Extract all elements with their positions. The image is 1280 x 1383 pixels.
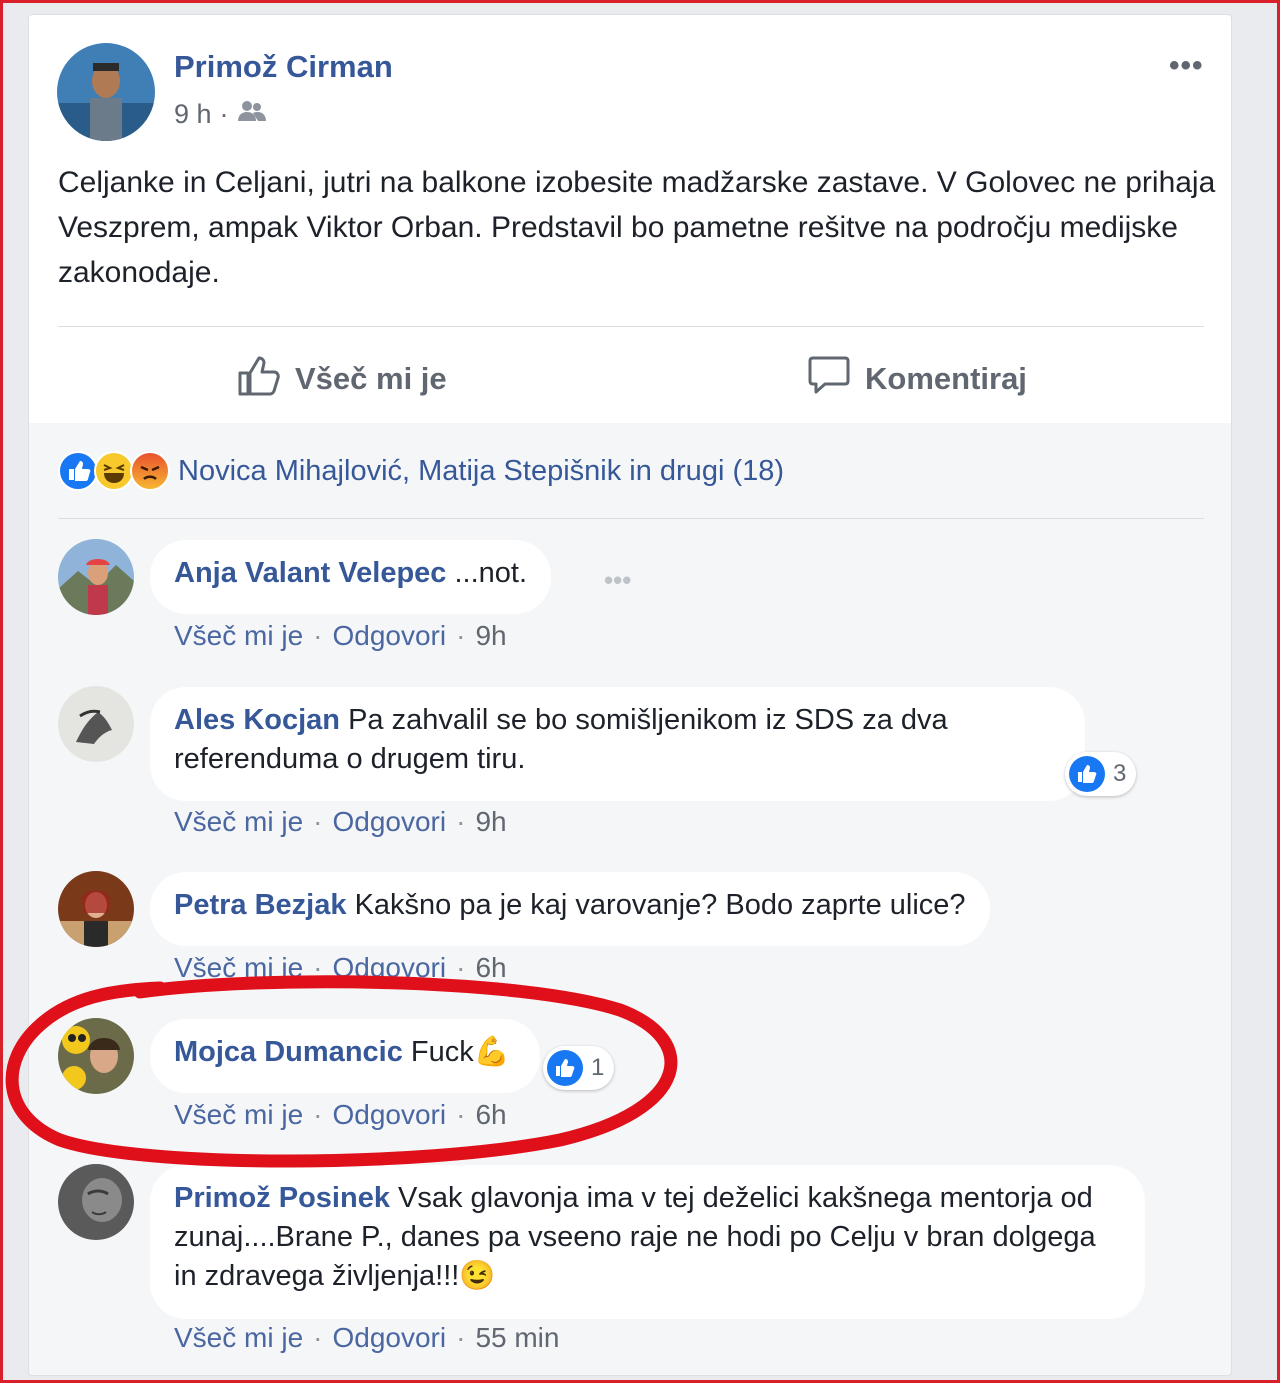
post-meta: 9 h ·	[174, 99, 267, 130]
more-options-icon[interactable]: •••	[1169, 49, 1204, 83]
separator: ·	[313, 806, 323, 837]
comment-icon	[807, 353, 851, 405]
commenter-name[interactable]: Ales Kocjan	[174, 704, 340, 736]
like-button-label: Všeč mi je	[295, 361, 447, 396]
winking-face-emoji: 😉	[459, 1260, 496, 1292]
comment-time[interactable]: 6h	[475, 952, 506, 984]
comment-like-link[interactable]: Všeč mi je	[174, 1322, 303, 1354]
comment-bubble: Primož Posinek Vsak glavonja ima v tej d…	[150, 1165, 1145, 1319]
comment-like-link[interactable]: Všeč mi je	[174, 1099, 303, 1131]
separator: ·	[313, 1099, 323, 1130]
comment-like-badge[interactable]: 3	[1065, 752, 1137, 796]
reactions-summary-text[interactable]: Novica Mihajlović, Matija Stepišnik in d…	[178, 455, 784, 488]
commenter-avatar[interactable]	[58, 686, 134, 762]
commenter-name[interactable]: Petra Bezjak	[174, 889, 347, 921]
post-card: Primož Cirman 9 h · ••• Celjanke in Celj…	[28, 14, 1232, 1376]
flexed-biceps-emoji: 💪	[473, 1036, 510, 1068]
comment-text: ...not.	[454, 557, 528, 589]
comment-reply-link[interactable]: Odgovori	[332, 806, 446, 838]
like-count: 3	[1113, 760, 1127, 787]
like-reaction-icon	[1069, 756, 1105, 792]
comment-like-link[interactable]: Všeč mi je	[174, 952, 303, 984]
comment-text: Kakšno pa je kaj varovanje? Bodo zaprte …	[354, 889, 966, 921]
commenter-name[interactable]: Primož Posinek	[174, 1182, 390, 1214]
post-divider	[58, 326, 1204, 327]
separator: ·	[313, 1322, 323, 1353]
commenter-avatar[interactable]	[58, 1018, 134, 1094]
post-header-section: Primož Cirman 9 h · ••• Celjanke in Celj…	[29, 15, 1231, 423]
angry-reaction-icon	[130, 451, 170, 491]
comment-bubble: Anja Valant Velepec ...not.	[150, 540, 552, 614]
comment-like-link[interactable]: Všeč mi je	[174, 620, 303, 652]
comment-time[interactable]: 55 min	[475, 1322, 559, 1354]
comment-bubble: Mojca Dumancic Fuck💪	[150, 1019, 540, 1093]
haha-reaction-icon	[94, 451, 134, 491]
separator: ·	[456, 1099, 466, 1130]
commenter-avatar[interactable]	[58, 871, 134, 947]
comment-actions: Všeč mi je · Odgovori · 9h	[174, 806, 507, 838]
separator: ·	[456, 952, 466, 983]
comment-like-badge[interactable]: 1	[543, 1046, 615, 1090]
post-text: Celjanke in Celjani, jutri na balkone iz…	[58, 166, 1216, 289]
author-avatar[interactable]	[57, 43, 155, 141]
comment-actions: Všeč mi je · Odgovori · 55 min	[174, 1322, 559, 1354]
like-reaction-icon	[58, 451, 98, 491]
comment-time[interactable]: 6h	[475, 1099, 506, 1131]
comment-reply-link[interactable]: Odgovori	[332, 1099, 446, 1131]
separator: ·	[456, 806, 466, 837]
commenter-name[interactable]: Anja Valant Velepec	[174, 557, 446, 589]
comment-button-label: Komentiraj	[865, 361, 1027, 396]
like-reaction-icon	[547, 1050, 583, 1086]
commenter-avatar[interactable]	[58, 1164, 134, 1240]
comment-reply-link[interactable]: Odgovori	[332, 620, 446, 652]
separator: ·	[456, 1322, 466, 1353]
commenter-name[interactable]: Mojca Dumancic	[174, 1036, 403, 1068]
separator: ·	[313, 952, 323, 983]
thumbs-up-icon	[237, 353, 281, 405]
reactions-divider	[58, 518, 1204, 519]
comment-actions: Všeč mi je · Odgovori · 6h	[174, 1099, 507, 1131]
comment-like-link[interactable]: Všeč mi je	[174, 806, 303, 838]
comment-actions: Všeč mi je · Odgovori · 6h	[174, 952, 507, 984]
comment-bubble: Petra Bezjak Kakšno pa je kaj varovanje?…	[150, 872, 990, 946]
comment-time[interactable]: 9h	[475, 806, 506, 838]
comment-actions: Všeč mi je · Odgovori · 9h	[174, 620, 507, 652]
meta-separator: ·	[219, 99, 229, 129]
post-time[interactable]: 9 h	[174, 99, 212, 130]
comment-bubble: Ales Kocjan Pa zahvalil se bo somišljeni…	[150, 687, 1085, 801]
like-button[interactable]: Všeč mi je	[237, 353, 447, 405]
separator: ·	[456, 620, 466, 651]
comment-button[interactable]: Komentiraj	[807, 353, 1027, 405]
comment-text: Fuck	[410, 1036, 474, 1068]
comment-more-icon[interactable]: •••	[604, 565, 631, 596]
like-count: 1	[591, 1054, 605, 1081]
commenter-avatar[interactable]	[58, 539, 134, 615]
reactions-summary[interactable]: Novica Mihajlović, Matija Stepišnik in d…	[58, 451, 784, 491]
comment-reply-link[interactable]: Odgovori	[332, 1322, 446, 1354]
comment-time[interactable]: 9h	[475, 620, 506, 652]
friends-icon	[237, 99, 267, 130]
comment-reply-link[interactable]: Odgovori	[332, 952, 446, 984]
post-author-name[interactable]: Primož Cirman	[174, 49, 393, 85]
separator: ·	[313, 620, 323, 651]
